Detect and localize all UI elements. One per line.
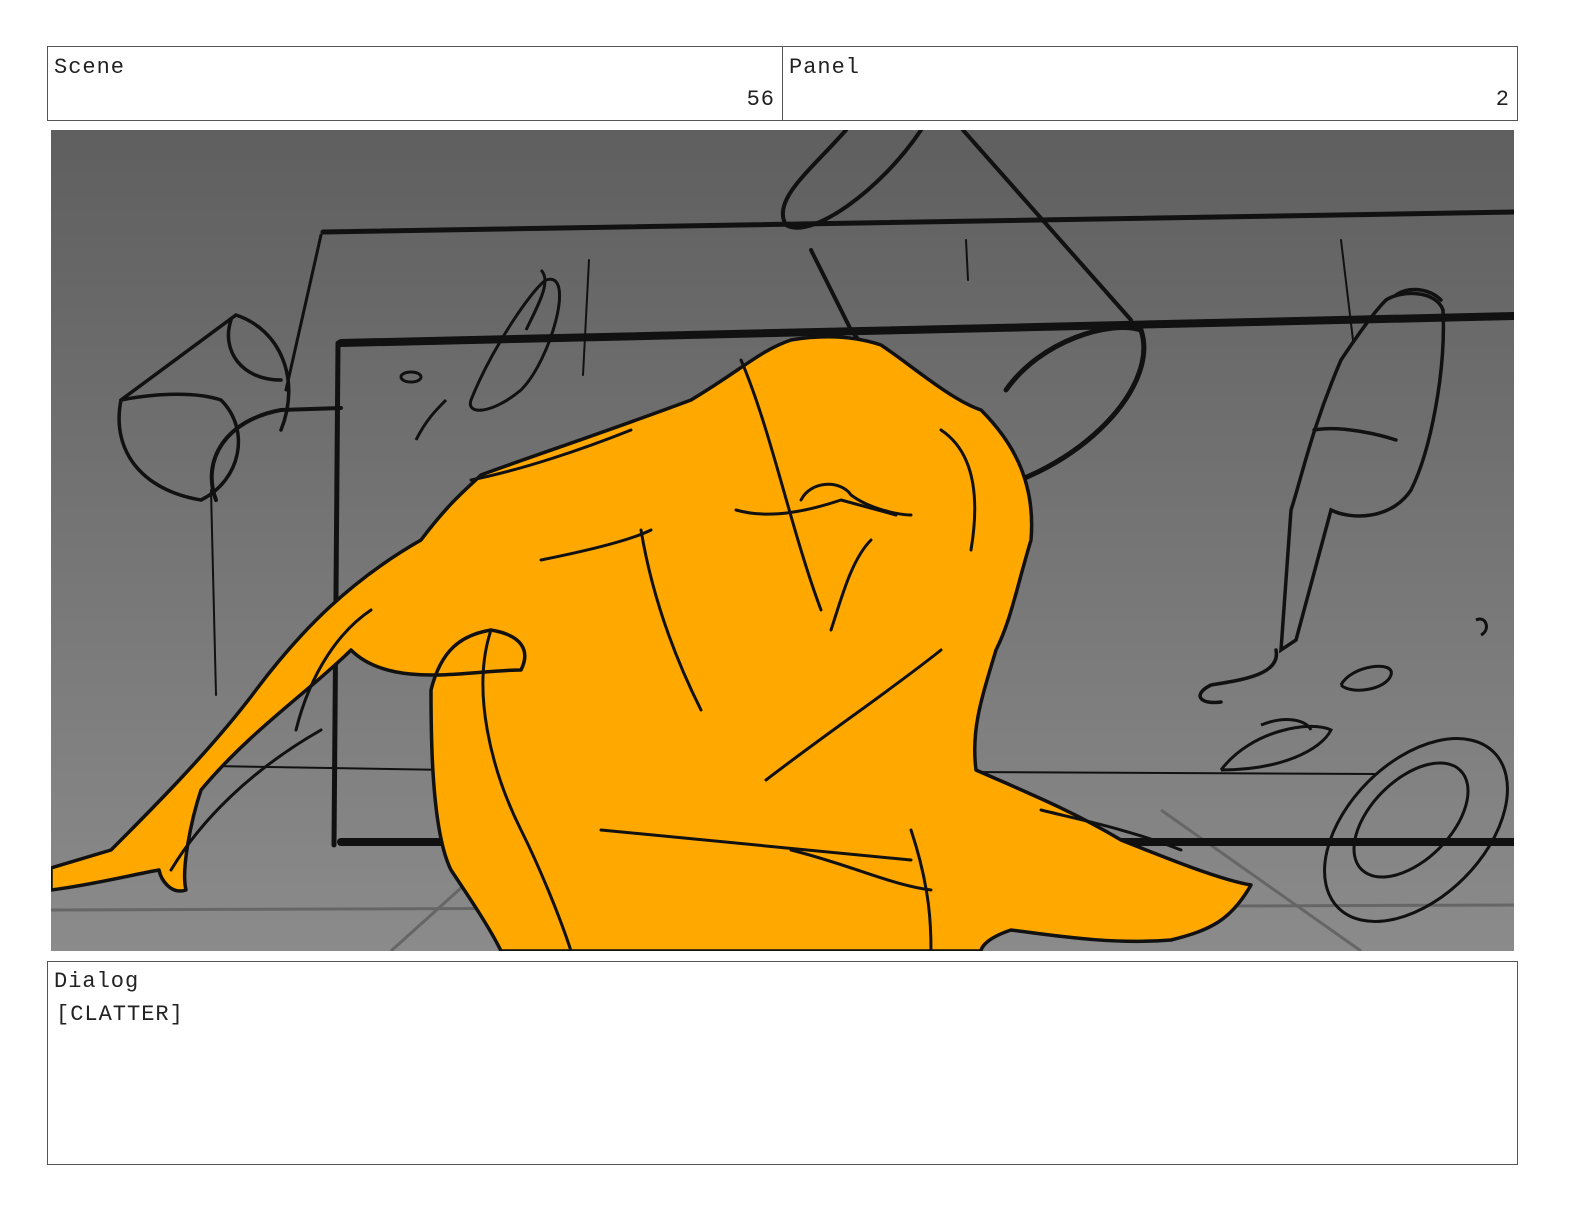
panel-label: Panel bbox=[789, 55, 861, 80]
storyboard-sketch-image bbox=[51, 130, 1514, 951]
panel-cell: Panel 2 bbox=[782, 47, 1517, 120]
scene-number: 56 bbox=[746, 87, 775, 112]
dialog-label: Dialog bbox=[54, 969, 140, 994]
scene-label: Scene bbox=[54, 55, 126, 80]
panel-number: 2 bbox=[1495, 87, 1510, 112]
scene-cell: Scene 56 bbox=[48, 47, 782, 120]
storyboard-panel-frame bbox=[51, 130, 1514, 951]
dialog-text: [CLATTER] bbox=[56, 1002, 184, 1027]
scene-panel-header: Scene 56 Panel 2 bbox=[47, 46, 1518, 121]
dialog-box: Dialog [CLATTER] bbox=[47, 961, 1518, 1165]
